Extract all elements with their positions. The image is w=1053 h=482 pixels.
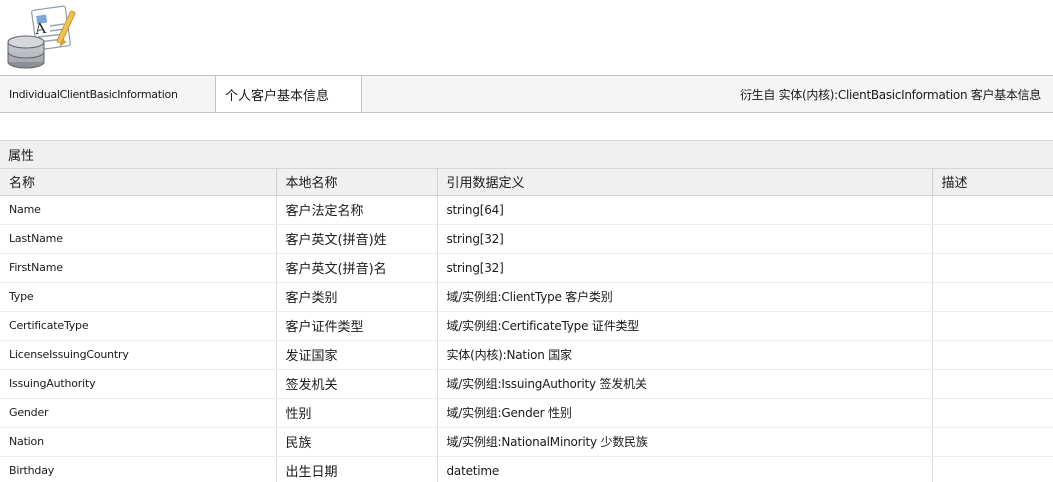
- table-row[interactable]: Nation 民族 域/实例组:NationalMinority 少数民族: [0, 427, 1053, 457]
- property-local-name: 出生日期: [276, 456, 438, 482]
- entity-name: IndividualClientBasicInformation: [0, 76, 216, 112]
- column-header-name[interactable]: 名称: [0, 169, 277, 196]
- property-name: Nation: [0, 427, 277, 457]
- entity-detail-page: A IndividualClientBasicInformation 个人客户基…: [0, 0, 1053, 482]
- property-name: LicenseIssuingCountry: [0, 340, 277, 370]
- property-local-name: 客户法定名称: [276, 195, 438, 225]
- property-local-name: 客户类别: [276, 282, 438, 312]
- property-description: [932, 340, 1053, 370]
- table-row[interactable]: Birthday 出生日期 datetime: [0, 456, 1053, 482]
- property-description: [932, 398, 1053, 428]
- derived-from-label: 衍生自 实体(内核):ClientBasicInformation 客户基本信息: [739, 87, 1041, 102]
- property-name: LastName: [0, 224, 277, 254]
- property-name: Name: [0, 195, 277, 225]
- property-reference: 域/实例组:ClientType 客户类别: [437, 282, 933, 312]
- property-description: [932, 195, 1053, 225]
- property-description: [932, 253, 1053, 283]
- property-description: [932, 282, 1053, 312]
- property-reference: 域/实例组:IssuingAuthority 签发机关: [437, 369, 933, 399]
- property-local-name: 客户英文(拼音)名: [276, 253, 438, 283]
- property-name: IssuingAuthority: [0, 369, 277, 399]
- property-description: [932, 369, 1053, 399]
- entity-local-name: 个人客户基本信息: [216, 76, 362, 112]
- property-local-name: 发证国家: [276, 340, 438, 370]
- property-reference: 域/实例组:NationalMinority 少数民族: [437, 427, 933, 457]
- property-name: Birthday: [0, 456, 277, 482]
- properties-section-title: 属性: [0, 140, 1053, 169]
- property-reference: 实体(内核):Nation 国家: [437, 340, 933, 370]
- table-row[interactable]: IssuingAuthority 签发机关 域/实例组:IssuingAutho…: [0, 369, 1053, 399]
- property-name: Type: [0, 282, 277, 312]
- property-reference: datetime: [437, 456, 933, 482]
- table-row[interactable]: Gender 性别 域/实例组:Gender 性别: [0, 398, 1053, 428]
- property-reference: string[32]: [437, 224, 933, 254]
- column-header-reference[interactable]: 引用数据定义: [437, 169, 933, 196]
- property-description: [932, 427, 1053, 457]
- column-header-description[interactable]: 描述: [932, 169, 1053, 196]
- property-reference: 域/实例组:CertificateType 证件类型: [437, 311, 933, 341]
- property-reference: 域/实例组:Gender 性别: [437, 398, 933, 428]
- table-row[interactable]: LastName 客户英文(拼音)姓 string[32]: [0, 224, 1053, 254]
- table-row[interactable]: Name 客户法定名称 string[64]: [0, 195, 1053, 225]
- property-reference: string[32]: [437, 253, 933, 283]
- property-name: Gender: [0, 398, 277, 428]
- table-row[interactable]: LicenseIssuingCountry 发证国家 实体(内核):Nation…: [0, 340, 1053, 370]
- table-header-row: 名称 本地名称 引用数据定义 描述: [0, 169, 1053, 196]
- property-name: CertificateType: [0, 311, 277, 341]
- property-description: [932, 311, 1053, 341]
- property-local-name: 签发机关: [276, 369, 438, 399]
- entity-title-row: IndividualClientBasicInformation 个人客户基本信…: [0, 75, 1053, 113]
- property-local-name: 民族: [276, 427, 438, 457]
- property-reference: string[64]: [437, 195, 933, 225]
- property-local-name: 性别: [276, 398, 438, 428]
- property-local-name: 客户证件类型: [276, 311, 438, 341]
- property-description: [932, 456, 1053, 482]
- property-local-name: 客户英文(拼音)姓: [276, 224, 438, 254]
- property-name: FirstName: [0, 253, 277, 283]
- table-row[interactable]: CertificateType 客户证件类型 域/实例组:Certificate…: [0, 311, 1053, 341]
- table-row[interactable]: FirstName 客户英文(拼音)名 string[32]: [0, 253, 1053, 283]
- property-description: [932, 224, 1053, 254]
- database-document-icon: A: [7, 5, 76, 69]
- column-header-local-name[interactable]: 本地名称: [276, 169, 438, 196]
- table-row[interactable]: Type 客户类别 域/实例组:ClientType 客户类别: [0, 282, 1053, 312]
- properties-table: 名称 本地名称 引用数据定义 描述 Name 客户法定名称 string[64]…: [0, 169, 1053, 482]
